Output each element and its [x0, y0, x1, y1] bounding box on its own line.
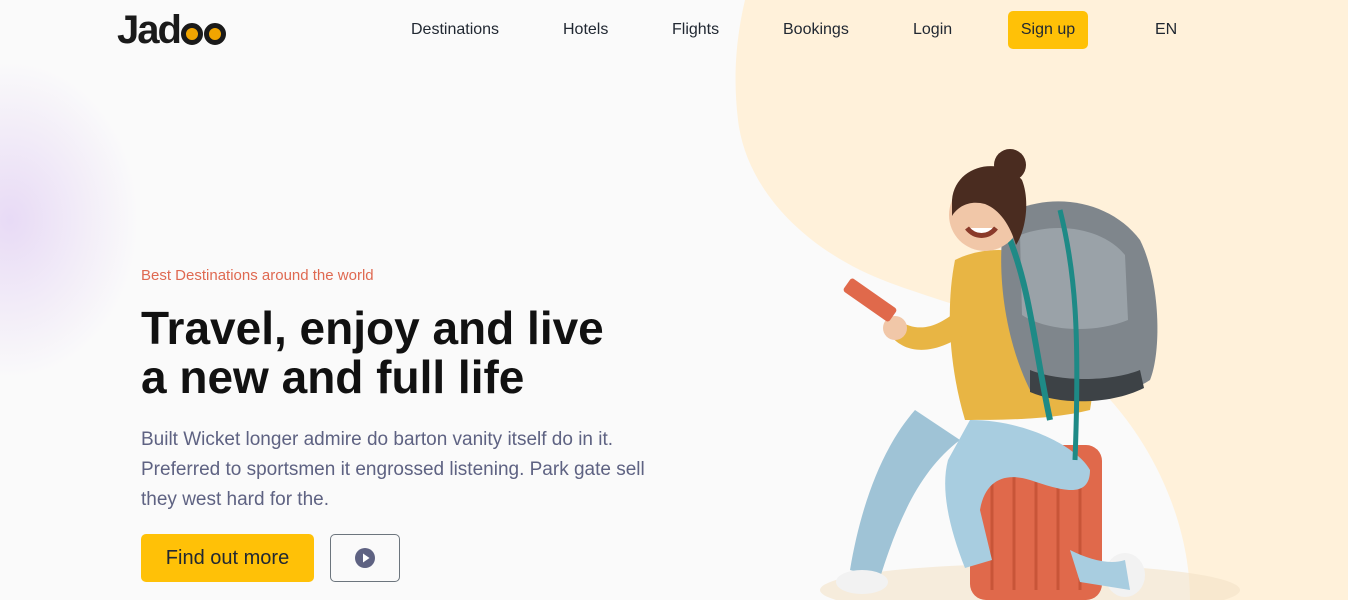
- signup-button[interactable]: Sign up: [1008, 11, 1088, 49]
- nav-link-bookings[interactable]: Bookings: [783, 21, 849, 39]
- logo-o-mark: [203, 23, 226, 45]
- nav-link-flights[interactable]: Flights: [672, 21, 719, 39]
- hero-headline: Travel, enjoy and live a new and full li…: [141, 304, 701, 402]
- brand-logo-text: Jad: [117, 8, 182, 52]
- traveler-illustration: [820, 149, 1240, 600]
- hero-eyebrow: Best Destinations around the world: [141, 267, 374, 284]
- hero-headline-line1: Travel, enjoy and live: [141, 302, 604, 354]
- brand-logo[interactable]: Jad: [117, 8, 226, 53]
- nav-link-login[interactable]: Login: [913, 21, 952, 39]
- landing-page: Jad Destinations Hotels Flights Bookings…: [0, 0, 1348, 600]
- nav-link-destinations[interactable]: Destinations: [411, 21, 499, 39]
- hero-headline-line2: a new and full life: [141, 351, 525, 403]
- find-out-more-button[interactable]: Find out more: [141, 534, 314, 582]
- play-video-button[interactable]: [330, 534, 400, 582]
- language-selector[interactable]: EN: [1155, 21, 1177, 39]
- hero-description: Built Wicket longer admire do barton van…: [141, 429, 645, 510]
- play-circle-icon: [355, 548, 375, 568]
- top-navigation: Jad Destinations Hotels Flights Bookings…: [0, 0, 1348, 60]
- logo-o-mark: [180, 23, 203, 45]
- nav-link-hotels[interactable]: Hotels: [563, 21, 608, 39]
